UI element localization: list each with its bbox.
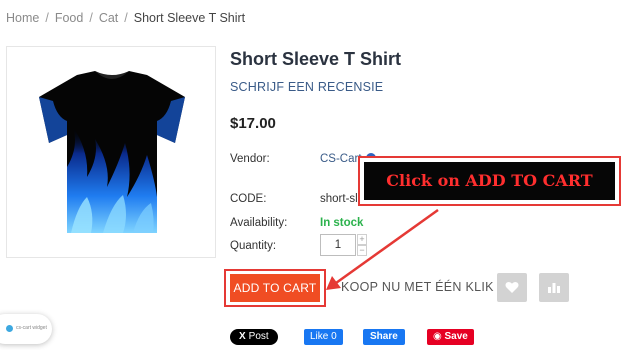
breadcrumb-separator: / [45, 11, 49, 25]
code-value: short-sl [320, 193, 358, 205]
facebook-share-button[interactable]: Share [363, 329, 405, 345]
x-logo-icon: X [239, 331, 246, 342]
flame-tshirt-image [39, 71, 185, 233]
breadcrumb-separator: / [124, 11, 128, 25]
facebook-like-button[interactable]: Like 0 [304, 329, 343, 345]
pinterest-icon: ◉ [433, 331, 445, 342]
vendor-label: Vendor: [230, 153, 270, 165]
product-price: $17.00 [230, 115, 276, 132]
breadcrumb-food[interactable]: Food [55, 11, 84, 25]
chat-widget-label: cs-cart widget [16, 325, 47, 331]
quantity-increase-button[interactable]: + [357, 234, 367, 245]
breadcrumb-current: Short Sleeve T Shirt [133, 11, 246, 25]
quantity-input[interactable]: 1 [320, 234, 356, 256]
vendor-link[interactable]: CS-Cart [320, 153, 362, 165]
heart-icon [505, 281, 519, 293]
add-to-compare-button[interactable] [539, 273, 569, 302]
instruction-callout: Click on ADD TO CART [358, 156, 621, 206]
breadcrumb: Home / Food / Cat / Short Sleeve T Shirt [6, 11, 245, 25]
code-label: CODE: [230, 193, 267, 205]
product-image[interactable] [6, 46, 216, 258]
chat-logo-icon [6, 325, 13, 332]
facebook-share-label: Share [370, 331, 398, 342]
bar-chart-icon [548, 283, 560, 293]
facebook-like-label: Like 0 [310, 331, 337, 342]
quantity-decrease-button[interactable]: − [357, 245, 367, 256]
product-title: Short Sleeve T Shirt [230, 49, 402, 69]
instruction-callout-text: Click on ADD TO CART [364, 162, 615, 200]
x-post-button[interactable]: X Post [230, 329, 278, 345]
availability-value: In stock [320, 217, 364, 229]
breadcrumb-separator: / [89, 11, 93, 25]
x-post-label: Post [248, 331, 269, 342]
chat-widget[interactable]: cs-cart widget [0, 314, 52, 344]
pinterest-save-label: Save [444, 331, 468, 342]
quantity-label: Quantity: [230, 240, 277, 252]
availability-label: Availability: [230, 217, 288, 229]
write-review-link[interactable]: SCHRIJF EEN RECENSIE [230, 80, 383, 94]
buy-one-click-link[interactable]: KOOP NU MET ÉÉN KLIK [341, 280, 494, 294]
add-to-cart-button[interactable]: ADD TO CART [230, 274, 320, 302]
breadcrumb-home[interactable]: Home [6, 11, 39, 25]
pinterest-save-button[interactable]: ◉ Save [427, 329, 474, 345]
add-to-wishlist-button[interactable] [497, 273, 527, 302]
breadcrumb-cat[interactable]: Cat [99, 11, 118, 25]
